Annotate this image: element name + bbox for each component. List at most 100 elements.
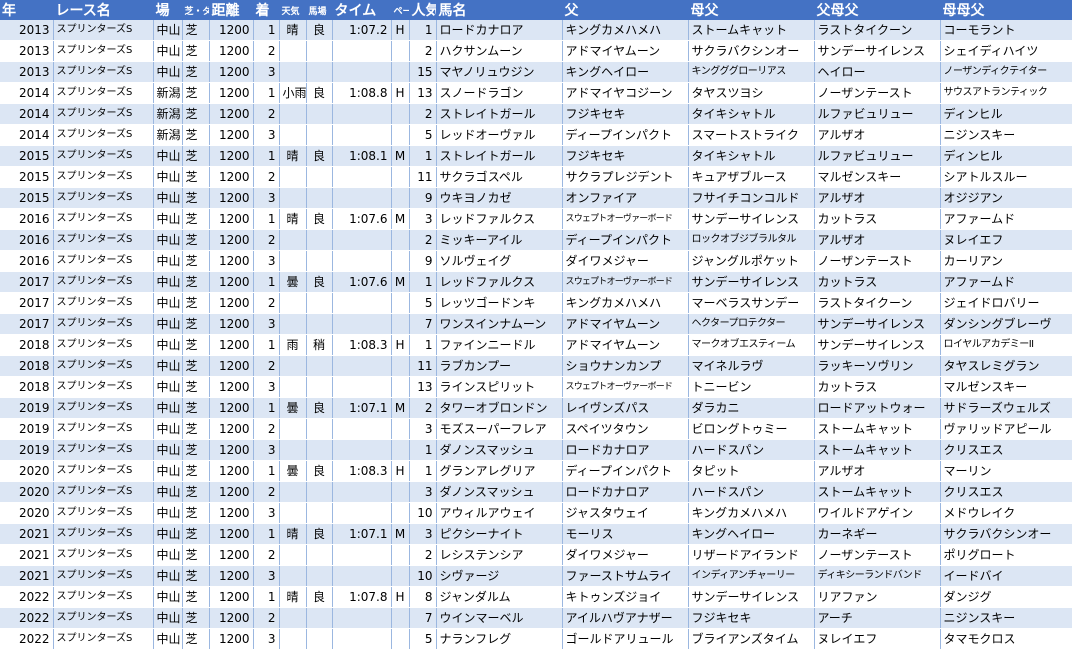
cell-time[interactable] xyxy=(332,607,392,629)
cell-weather[interactable] xyxy=(279,565,307,587)
cell-rank[interactable]: 3 xyxy=(253,250,280,272)
cell-damsire[interactable]: ハードスパン xyxy=(688,439,815,461)
cell-sire[interactable]: ディープインパクト xyxy=(562,229,689,251)
cell-damsire[interactable]: ロックオブジブラルタル xyxy=(688,229,815,251)
cell-race[interactable]: スプリンターズS xyxy=(53,82,154,104)
cell-year[interactable]: 2021 xyxy=(0,523,54,545)
cell-dam-damsire[interactable]: ダンジグ xyxy=(940,586,1072,608)
cell-sire[interactable]: スウェプトオーヴァーボード xyxy=(562,376,689,398)
cell-sire[interactable]: キングカメハメハ xyxy=(562,292,689,314)
cell-going[interactable]: 稍 xyxy=(306,334,333,356)
cell-race[interactable]: スプリンターズS xyxy=(53,271,154,293)
cell-venue[interactable]: 中山 xyxy=(153,376,183,398)
cell-surface[interactable]: 芝 xyxy=(182,544,210,566)
cell-damsire[interactable]: サンデーサイレンス xyxy=(688,271,815,293)
cell-popularity[interactable]: 9 xyxy=(409,250,437,272)
cell-rank[interactable]: 2 xyxy=(253,229,280,251)
cell-sire-sire[interactable]: ディキシーランドバンド xyxy=(814,565,941,587)
cell-going[interactable]: 良 xyxy=(306,271,333,293)
cell-distance[interactable]: 1200 xyxy=(209,208,254,230)
cell-rank[interactable]: 3 xyxy=(253,61,280,83)
cell-sire[interactable]: ショウナンカンプ xyxy=(562,355,689,377)
cell-year[interactable]: 2017 xyxy=(0,313,54,335)
cell-popularity[interactable]: 5 xyxy=(409,292,437,314)
cell-surface[interactable]: 芝 xyxy=(182,40,210,62)
cell-dam-damsire[interactable]: サクラバクシンオー xyxy=(940,523,1072,545)
cell-rank[interactable]: 1 xyxy=(253,397,280,419)
cell-dam-damsire[interactable]: ダンシングブレーヴ xyxy=(940,313,1072,335)
cell-distance[interactable]: 1200 xyxy=(209,229,254,251)
cell-horse[interactable]: ダノンスマッシュ xyxy=(436,481,563,503)
cell-pace[interactable]: M xyxy=(391,523,410,545)
cell-weather[interactable] xyxy=(279,229,307,251)
cell-damsire[interactable]: マイネルラヴ xyxy=(688,355,815,377)
cell-sire-sire[interactable]: ルファビュリュー xyxy=(814,145,941,167)
cell-year[interactable]: 2015 xyxy=(0,187,54,209)
cell-weather[interactable] xyxy=(279,607,307,629)
cell-year[interactable]: 2013 xyxy=(0,20,54,41)
cell-distance[interactable]: 1200 xyxy=(209,313,254,335)
cell-damsire[interactable]: フサイチコンコルド xyxy=(688,187,815,209)
cell-sire[interactable]: フジキセキ xyxy=(562,103,689,125)
cell-rank[interactable]: 3 xyxy=(253,313,280,335)
cell-pace[interactable] xyxy=(391,250,410,272)
cell-race[interactable]: スプリンターズS xyxy=(53,439,154,461)
cell-rank[interactable]: 1 xyxy=(253,460,280,482)
cell-surface[interactable]: 芝 xyxy=(182,376,210,398)
cell-venue[interactable]: 中山 xyxy=(153,607,183,629)
cell-sire-sire[interactable]: ラッキーソヴリン xyxy=(814,355,941,377)
cell-damsire[interactable]: ハードスパン xyxy=(688,481,815,503)
cell-race[interactable]: スプリンターズS xyxy=(53,565,154,587)
cell-pace[interactable] xyxy=(391,418,410,440)
cell-weather[interactable]: 小雨 xyxy=(279,82,307,104)
cell-dam-damsire[interactable]: ヌレイエフ xyxy=(940,229,1072,251)
cell-surface[interactable]: 芝 xyxy=(182,418,210,440)
cell-race[interactable]: スプリンターズS xyxy=(53,20,154,41)
cell-time[interactable]: 1:07.8 xyxy=(332,586,392,608)
cell-year[interactable]: 2021 xyxy=(0,544,54,566)
cell-popularity[interactable]: 3 xyxy=(409,208,437,230)
cell-pace[interactable] xyxy=(391,607,410,629)
cell-going[interactable] xyxy=(306,103,333,125)
cell-rank[interactable]: 1 xyxy=(253,82,280,104)
cell-venue[interactable]: 中山 xyxy=(153,460,183,482)
header-weather[interactable]: 天気 xyxy=(279,0,307,20)
cell-venue[interactable]: 中山 xyxy=(153,628,183,650)
cell-distance[interactable]: 1200 xyxy=(209,481,254,503)
cell-sire[interactable]: フジキセキ xyxy=(562,145,689,167)
cell-horse[interactable]: アウィルアウェイ xyxy=(436,502,563,524)
cell-sire-sire[interactable]: アルザオ xyxy=(814,229,941,251)
cell-year[interactable]: 2020 xyxy=(0,460,54,482)
cell-sire[interactable]: ジャスタウェイ xyxy=(562,502,689,524)
cell-going[interactable]: 良 xyxy=(306,20,333,41)
cell-going[interactable] xyxy=(306,187,333,209)
cell-damsire[interactable]: スマートストライク xyxy=(688,124,815,146)
cell-dam-damsire[interactable]: ジェイドロバリー xyxy=(940,292,1072,314)
header-surface[interactable]: 芝・ダ xyxy=(182,0,210,20)
cell-damsire[interactable]: ダラカニ xyxy=(688,397,815,419)
cell-going[interactable] xyxy=(306,544,333,566)
cell-year[interactable]: 2020 xyxy=(0,481,54,503)
cell-horse[interactable]: ロードカナロア xyxy=(436,20,563,41)
cell-race[interactable]: スプリンターズS xyxy=(53,61,154,83)
cell-sire[interactable]: アドマイヤムーン xyxy=(562,334,689,356)
cell-damsire[interactable]: サンデーサイレンス xyxy=(688,586,815,608)
cell-pace[interactable] xyxy=(391,439,410,461)
cell-race[interactable]: スプリンターズS xyxy=(53,523,154,545)
cell-venue[interactable]: 中山 xyxy=(153,502,183,524)
cell-distance[interactable]: 1200 xyxy=(209,628,254,650)
cell-sire[interactable]: ファーストサムライ xyxy=(562,565,689,587)
cell-surface[interactable]: 芝 xyxy=(182,292,210,314)
cell-horse[interactable]: ウキヨノカゼ xyxy=(436,187,563,209)
cell-surface[interactable]: 芝 xyxy=(182,271,210,293)
cell-sire[interactable]: スウェプトオーヴァーボード xyxy=(562,208,689,230)
cell-year[interactable]: 2018 xyxy=(0,376,54,398)
cell-horse[interactable]: ダノンスマッシュ xyxy=(436,439,563,461)
cell-time[interactable]: 1:08.8 xyxy=(332,82,392,104)
cell-horse[interactable]: ファインニードル xyxy=(436,334,563,356)
cell-horse[interactable]: レッドファルクス xyxy=(436,271,563,293)
cell-race[interactable]: スプリンターズS xyxy=(53,544,154,566)
cell-dam-damsire[interactable]: メドウレイク xyxy=(940,502,1072,524)
cell-race[interactable]: スプリンターズS xyxy=(53,418,154,440)
header-popularity[interactable]: 人気 xyxy=(409,0,437,20)
